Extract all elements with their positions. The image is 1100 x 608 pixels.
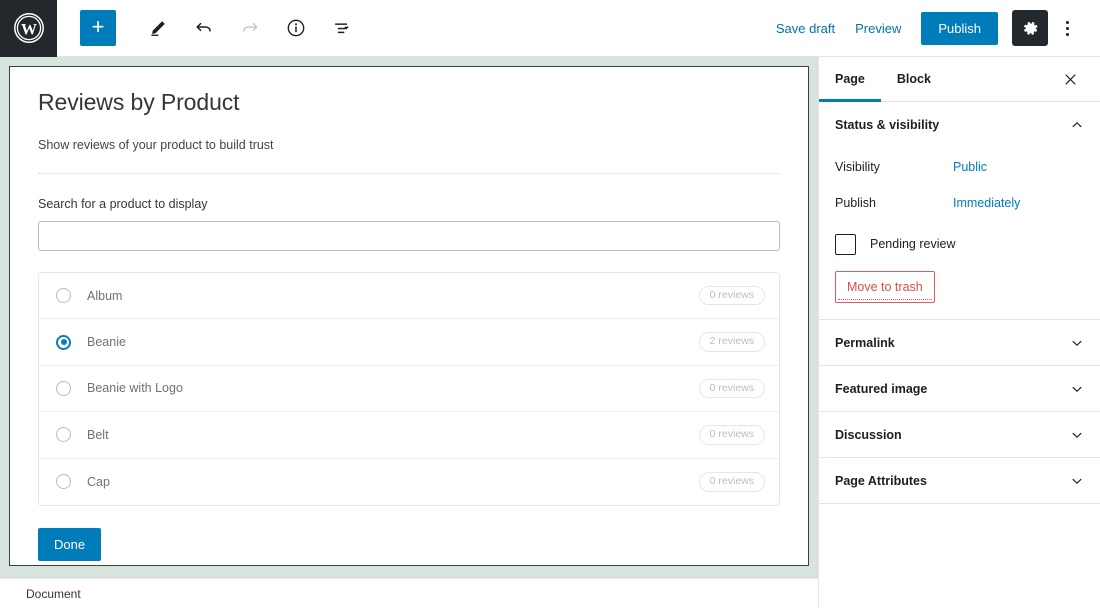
publish-value-button[interactable]: Immediately	[953, 196, 1020, 210]
panel-permalink: Permalink	[819, 320, 1100, 366]
product-name: Belt	[87, 428, 109, 442]
done-button[interactable]: Done	[38, 528, 101, 561]
radio-unselected-icon[interactable]	[56, 381, 71, 396]
list-view-icon	[331, 17, 353, 39]
pending-review-checkbox[interactable]	[835, 234, 856, 255]
block-content: Reviews by Product Show reviews of your …	[10, 67, 808, 561]
review-count-badge: 0 reviews	[699, 425, 765, 445]
visibility-value-button[interactable]: Public	[953, 160, 987, 174]
panel-header[interactable]: Page Attributes	[819, 458, 1100, 503]
product-row[interactable]: Album 0 reviews	[39, 273, 779, 319]
product-row[interactable]: Beanie 2 reviews	[39, 319, 779, 365]
editor-toolbar: W +	[0, 0, 1100, 57]
visibility-row: Visibility Public	[835, 149, 1084, 185]
content-info-button[interactable]	[278, 10, 314, 46]
search-field-label: Search for a product to display	[38, 197, 780, 211]
radio-unselected-icon[interactable]	[56, 427, 71, 442]
settings-button[interactable]	[1012, 10, 1048, 46]
panel-header[interactable]: Permalink	[819, 320, 1100, 365]
panel-title: Featured image	[835, 382, 927, 396]
more-options-button[interactable]	[1052, 10, 1082, 46]
settings-sidebar: Page Block Status & visibility Visibilit…	[818, 57, 1100, 608]
breadcrumb-bar: Document	[0, 578, 818, 608]
product-name: Beanie with Logo	[87, 381, 183, 395]
radio-unselected-icon[interactable]	[56, 288, 71, 303]
divider	[38, 173, 780, 174]
panel-status-visibility-header[interactable]: Status & visibility	[819, 102, 1100, 147]
pencil-icon	[147, 17, 169, 39]
undo-button[interactable]	[186, 10, 222, 46]
toolbar-right-group: Save draft Preview Publish	[766, 10, 1100, 46]
product-row[interactable]: Cap 0 reviews	[39, 459, 779, 505]
block-subtitle: Show reviews of your product to build tr…	[38, 138, 780, 152]
gear-icon	[1021, 19, 1040, 38]
plus-icon: +	[92, 16, 105, 38]
redo-icon	[239, 17, 261, 39]
sidebar-tabs: Page Block	[819, 57, 1100, 102]
toolbar-left-group: +	[57, 10, 360, 46]
panel-page-attributes: Page Attributes	[819, 458, 1100, 504]
svg-text:W: W	[21, 21, 37, 38]
product-row[interactable]: Beanie with Logo 0 reviews	[39, 366, 779, 412]
chevron-down-icon	[1070, 428, 1084, 442]
redo-button[interactable]	[232, 10, 268, 46]
block-title: Reviews by Product	[38, 89, 780, 116]
edit-mode-button[interactable]	[140, 10, 176, 46]
visibility-label: Visibility	[835, 160, 953, 174]
panel-title: Page Attributes	[835, 474, 927, 488]
reviews-by-product-block[interactable]: Reviews by Product Show reviews of your …	[9, 66, 809, 566]
product-name: Album	[87, 289, 122, 303]
pending-review-label: Pending review	[870, 237, 955, 251]
chevron-down-icon	[1070, 474, 1084, 488]
save-draft-button[interactable]: Save draft	[766, 15, 845, 42]
panel-featured-image: Featured image	[819, 366, 1100, 412]
panel-header[interactable]: Discussion	[819, 412, 1100, 457]
add-block-button[interactable]: +	[80, 10, 116, 46]
move-to-trash-button[interactable]: Move to trash	[835, 271, 935, 303]
chevron-down-icon	[1070, 382, 1084, 396]
review-count-badge: 0 reviews	[699, 286, 765, 306]
tab-page[interactable]: Page	[819, 57, 881, 101]
editor-canvas: Reviews by Product Show reviews of your …	[0, 57, 818, 578]
chevron-up-icon	[1070, 118, 1084, 132]
panel-title: Discussion	[835, 428, 902, 442]
ellipsis-vertical-icon	[1066, 21, 1069, 24]
close-icon	[1063, 72, 1078, 87]
publish-label: Publish	[835, 196, 953, 210]
list-view-button[interactable]	[324, 10, 360, 46]
info-icon	[285, 17, 307, 39]
panel-title: Permalink	[835, 336, 895, 350]
radio-selected-icon[interactable]	[56, 335, 71, 350]
undo-icon	[193, 17, 215, 39]
review-count-badge: 2 reviews	[699, 332, 765, 352]
close-sidebar-button[interactable]	[1052, 57, 1088, 101]
collapsed-panels: Permalink Featured image Discussion Page At…	[819, 320, 1100, 504]
publish-row: Publish Immediately	[835, 185, 1084, 221]
panel-discussion: Discussion	[819, 412, 1100, 458]
panel-title: Status & visibility	[835, 118, 939, 132]
panel-status-visibility-body: Visibility Public Publish Immediately Pe…	[819, 147, 1100, 319]
ellipsis-vertical-icon	[1066, 27, 1069, 30]
panel-status-visibility: Status & visibility Visibility Public Pu…	[819, 102, 1100, 320]
product-row[interactable]: Belt 0 reviews	[39, 412, 779, 458]
preview-button[interactable]: Preview	[845, 15, 911, 42]
wordpress-logo[interactable]: W	[0, 0, 57, 57]
ellipsis-vertical-icon	[1066, 33, 1069, 36]
radio-unselected-icon[interactable]	[56, 474, 71, 489]
tab-block[interactable]: Block	[881, 57, 947, 101]
publish-button[interactable]: Publish	[921, 12, 998, 45]
panel-header[interactable]: Featured image	[819, 366, 1100, 411]
breadcrumb-document[interactable]: Document	[26, 587, 81, 601]
product-name: Cap	[87, 475, 110, 489]
product-list: Album 0 reviews Beanie 2 reviews Beanie with…	[38, 272, 780, 506]
chevron-down-icon	[1070, 336, 1084, 350]
review-count-badge: 0 reviews	[699, 379, 765, 399]
product-name: Beanie	[87, 335, 126, 349]
search-input[interactable]	[38, 221, 780, 251]
review-count-badge: 0 reviews	[699, 472, 765, 492]
pending-review-row: Pending review	[835, 225, 1084, 263]
